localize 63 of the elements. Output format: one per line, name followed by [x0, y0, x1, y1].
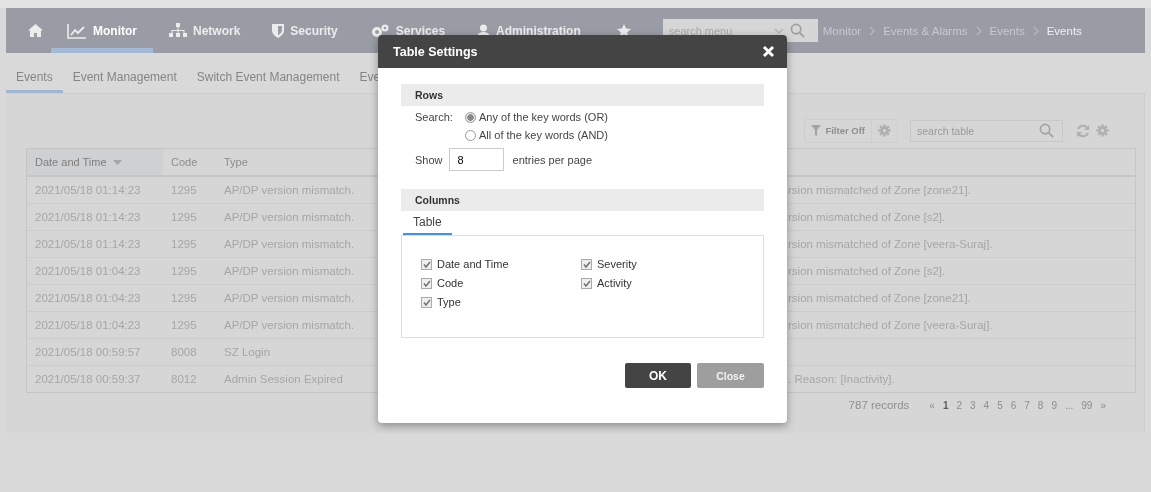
- column-header[interactable]: Code: [171, 156, 198, 168]
- section-header: Rows: [401, 84, 764, 106]
- checkbox[interactable]: [581, 277, 592, 289]
- page-link[interactable]: »: [1100, 399, 1106, 411]
- check-icon: [422, 298, 431, 306]
- radio-option[interactable]: All of the key words (AND): [465, 129, 764, 141]
- dialog-title: Table Settings: [393, 44, 478, 59]
- radio-option[interactable]: Any of the key words (OR): [465, 111, 764, 123]
- dialog-tab[interactable]: Table: [403, 215, 452, 235]
- page-link[interactable]: 7: [1024, 399, 1030, 411]
- page-link[interactable]: 8: [1037, 399, 1044, 411]
- check-icon: [422, 279, 431, 287]
- checkbox[interactable]: [421, 258, 432, 270]
- page-link[interactable]: ...: [1064, 399, 1074, 411]
- checkbox-option[interactable]: Date and Time: [421, 258, 581, 270]
- shield-icon: [272, 23, 285, 38]
- breadcrumb-link[interactable]: Events: [1046, 24, 1082, 37]
- checkbox-option[interactable]: Activity: [581, 277, 763, 289]
- page-link[interactable]: 1: [942, 399, 949, 411]
- radio-button[interactable]: [465, 111, 476, 123]
- show-label: Show: [415, 153, 443, 166]
- page-link[interactable]: 9: [1051, 399, 1057, 411]
- sub-tab[interactable]: Switch Event Management: [186, 70, 350, 93]
- section-header: Columns: [401, 189, 764, 211]
- funnel-icon: [811, 125, 822, 136]
- entries-field[interactable]: 8: [448, 148, 504, 171]
- checkbox[interactable]: [581, 258, 592, 270]
- entries-suffix: entries per page: [512, 153, 593, 166]
- page-link[interactable]: «: [929, 399, 935, 411]
- sort-caret-icon: [112, 159, 122, 165]
- page-link[interactable]: 4: [983, 399, 990, 411]
- check-icon: [582, 279, 591, 287]
- sub-tab[interactable]: Event Management: [62, 70, 187, 93]
- home-icon[interactable]: [28, 24, 43, 37]
- chevron-right-icon: [975, 25, 982, 36]
- page-link[interactable]: 99: [1081, 399, 1093, 411]
- nav-tab[interactable]: Security: [256, 8, 354, 53]
- ok-button[interactable]: OK: [625, 363, 691, 388]
- checkbox[interactable]: [421, 296, 432, 308]
- page-link[interactable]: 5: [997, 399, 1003, 411]
- chevron-right-icon: [1032, 25, 1039, 36]
- radio-button[interactable]: [465, 129, 476, 141]
- page-link[interactable]: 6: [1010, 399, 1017, 411]
- check-icon: [582, 260, 591, 268]
- column-header[interactable]: Type: [224, 156, 248, 168]
- chevron-right-icon: [869, 25, 876, 36]
- search-table-field[interactable]: search table: [910, 119, 1063, 142]
- close-button[interactable]: Close: [697, 363, 764, 388]
- nav-tab[interactable]: Network: [153, 8, 257, 53]
- page-link[interactable]: 3: [970, 399, 976, 411]
- page-link[interactable]: 2: [956, 399, 963, 411]
- close-icon[interactable]: [762, 45, 775, 58]
- nav-tab[interactable]: Monitor: [51, 8, 153, 53]
- checkbox[interactable]: [421, 277, 432, 289]
- search-label: Search:: [415, 111, 454, 123]
- gears-icon: [369, 23, 390, 38]
- sitemap-icon: [169, 23, 187, 38]
- line-chart-icon: [67, 22, 87, 39]
- checkbox-option[interactable]: Type: [421, 296, 581, 308]
- check-icon: [422, 260, 431, 268]
- records-count: 787 records: [848, 399, 910, 411]
- checkbox-option[interactable]: Severity: [581, 258, 763, 270]
- checkbox-option[interactable]: Code: [421, 277, 581, 289]
